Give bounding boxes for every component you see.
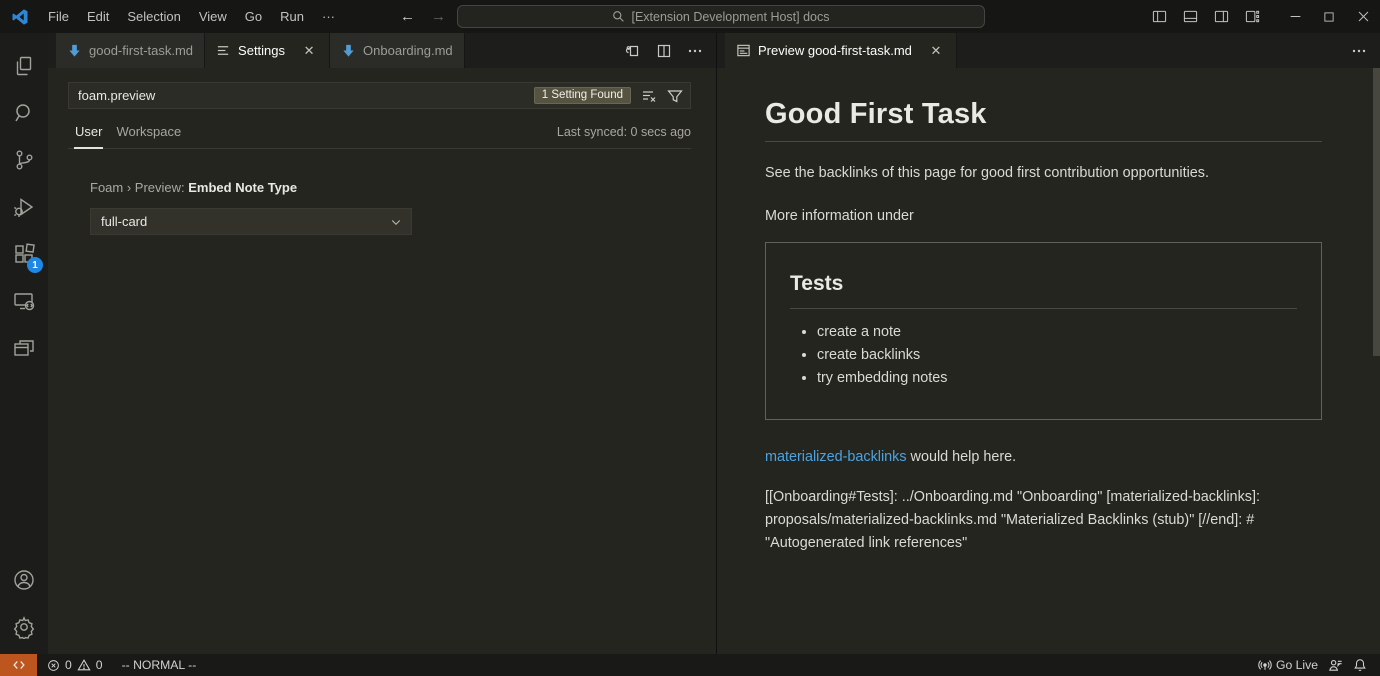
customize-layout-icon[interactable] [1241, 5, 1264, 28]
status-bar: 0 0 -- NORMAL -- Go Live [0, 654, 1380, 676]
close-window-button[interactable] [1346, 0, 1380, 33]
source-control-icon[interactable] [0, 136, 48, 183]
close-tab-icon[interactable]: ✕ [927, 42, 945, 60]
toggle-secondary-sidebar-icon[interactable] [1210, 5, 1233, 28]
filter-settings-icon[interactable] [667, 88, 683, 104]
settings-editor: foam.preview 1 Setting Found User Worksp… [48, 68, 716, 654]
vscode-logo-icon [11, 8, 29, 26]
run-debug-icon[interactable] [0, 183, 48, 230]
scope-tab-workspace[interactable]: Workspace [109, 124, 188, 148]
embedded-note-list: create a note create backlinks try embed… [790, 324, 1297, 386]
materialized-backlinks-link[interactable]: materialized-backlinks [765, 449, 907, 465]
settings-search-input[interactable]: foam.preview 1 Setting Found [68, 82, 691, 109]
more-actions-icon[interactable] [687, 43, 703, 59]
embedded-note-card: Tests create a note create backlinks try… [765, 242, 1322, 420]
menu-selection[interactable]: Selection [118, 6, 189, 27]
chevron-down-icon [390, 216, 402, 228]
extensions-badge: 1 [27, 257, 43, 273]
link-references-text: [[Onboarding#Tests]: ../Onboarding.md "O… [765, 486, 1322, 554]
title-bar: File Edit Selection View Go Run ··· ← → … [0, 0, 1380, 33]
markdown-file-icon [67, 43, 82, 58]
tab-label: Preview good-first-task.md [758, 43, 912, 58]
tab-label: Settings [238, 43, 285, 58]
editor-group-right: Preview good-first-task.md ✕ Good First … [717, 33, 1380, 654]
split-editor-icon[interactable] [656, 43, 672, 59]
tab-label: Onboarding.md [363, 43, 453, 58]
go-live-button[interactable]: Go Live [1253, 654, 1323, 676]
search-icon [612, 10, 625, 23]
activity-bar: 1 [0, 33, 48, 654]
settings-gear-icon[interactable] [0, 603, 48, 650]
command-center-search[interactable]: [Extension Development Host] docs [457, 5, 985, 28]
tab-preview-good-first-task[interactable]: Preview good-first-task.md ✕ [725, 33, 957, 68]
command-center-text: [Extension Development Host] docs [631, 10, 829, 24]
preview-paragraph: See the backlinks of this page for good … [765, 163, 1322, 185]
explorer-icon[interactable] [0, 42, 48, 89]
setting-item-embed-note-type: Foam › Preview: Embed Note Type full-car… [90, 180, 716, 235]
preview-title: Good First Task [765, 98, 1322, 142]
list-item: create a note [817, 324, 1297, 340]
menu-overflow[interactable]: ··· [313, 6, 344, 27]
markdown-preview: Good First Task See the backlinks of thi… [717, 68, 1380, 654]
embed-note-type-dropdown[interactable]: full-card [90, 208, 412, 235]
setting-label: Foam › Preview: Embed Note Type [90, 180, 716, 195]
feedback-icon[interactable] [1323, 654, 1348, 676]
menu-run[interactable]: Run [271, 6, 313, 27]
more-actions-icon[interactable] [1351, 43, 1367, 59]
go-live-label: Go Live [1276, 658, 1318, 672]
minimize-button[interactable] [1278, 0, 1312, 33]
editor-group-left: good-first-task.md Settings ✕ Onboarding… [48, 33, 717, 654]
menu-file[interactable]: File [39, 6, 78, 27]
left-tab-bar: good-first-task.md Settings ✕ Onboarding… [48, 33, 716, 68]
preview-paragraph: More information under [765, 206, 1322, 228]
panels-icon[interactable] [0, 324, 48, 371]
embedded-note-title: Tests [790, 272, 1297, 309]
right-tab-bar: Preview good-first-task.md ✕ [717, 33, 1380, 68]
list-item: try embedding notes [817, 370, 1297, 386]
close-tab-icon[interactable]: ✕ [300, 42, 318, 60]
menu-go[interactable]: Go [236, 6, 271, 27]
extensions-icon[interactable]: 1 [0, 230, 48, 277]
tab-good-first-task[interactable]: good-first-task.md [56, 33, 205, 68]
vim-mode-text: -- NORMAL -- [122, 658, 197, 672]
setting-name: Embed Note Type [188, 180, 297, 195]
scope-tab-user[interactable]: User [68, 124, 109, 148]
tab-settings[interactable]: Settings ✕ [205, 33, 330, 68]
remote-indicator[interactable] [0, 654, 37, 676]
notifications-bell-icon[interactable] [1348, 654, 1372, 676]
settings-editor-icon [216, 43, 231, 58]
nav-forward-icon[interactable]: → [426, 8, 451, 25]
setting-category: Foam › Preview: [90, 180, 188, 195]
settings-search-value: foam.preview [78, 88, 534, 103]
accounts-icon[interactable] [0, 556, 48, 603]
warning-count: 0 [96, 658, 103, 672]
menu-view[interactable]: View [190, 6, 236, 27]
settings-scope-tabs: User Workspace Last synced: 0 secs ago [68, 109, 691, 149]
last-synced-label: Last synced: 0 secs ago [557, 125, 691, 148]
markdown-preview-icon [736, 43, 751, 58]
menu-edit[interactable]: Edit [78, 6, 118, 27]
vim-mode-indicator[interactable]: -- NORMAL -- [117, 654, 202, 676]
remote-explorer-icon[interactable] [0, 277, 48, 324]
tab-label: good-first-task.md [89, 43, 193, 58]
settings-result-count-badge: 1 Setting Found [534, 87, 631, 104]
nav-back-icon[interactable]: ← [395, 8, 420, 25]
dropdown-value: full-card [101, 214, 147, 229]
preview-link-line: materialized-backlinks would help here. [765, 449, 1322, 465]
tab-onboarding[interactable]: Onboarding.md [330, 33, 465, 68]
link-suffix-text: would help here. [907, 449, 1017, 465]
open-settings-json-icon[interactable] [625, 43, 641, 59]
toggle-sidebar-icon[interactable] [1148, 5, 1171, 28]
error-count: 0 [65, 658, 72, 672]
list-item: create backlinks [817, 347, 1297, 363]
toggle-panel-icon[interactable] [1179, 5, 1202, 28]
search-view-icon[interactable] [0, 89, 48, 136]
preview-scrollbar[interactable] [1373, 68, 1380, 356]
problems-indicator[interactable]: 0 0 [42, 654, 108, 676]
markdown-file-icon [341, 43, 356, 58]
maximize-button[interactable] [1312, 0, 1346, 33]
clear-settings-search-icon[interactable] [641, 88, 657, 104]
